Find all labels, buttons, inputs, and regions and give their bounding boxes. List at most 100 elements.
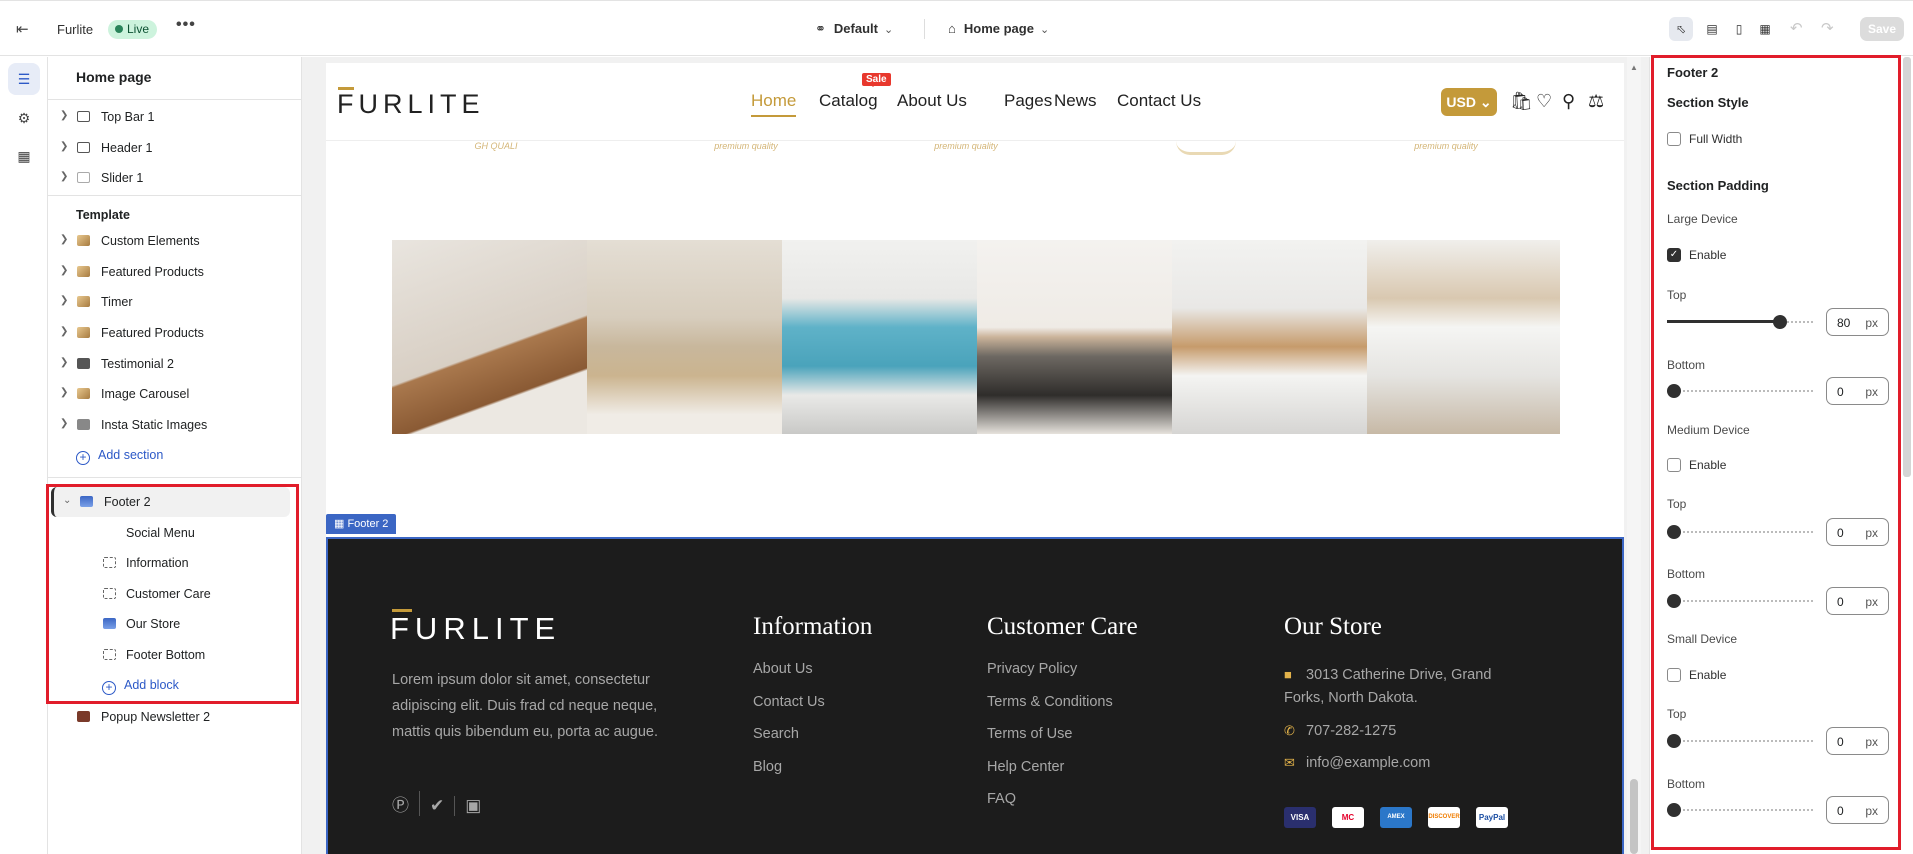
section-label: Slider 1	[101, 171, 144, 185]
search-icon[interactable]: ⚲	[1562, 91, 1575, 112]
section-insta-static-images[interactable]: ❯ Insta Static Images	[48, 410, 298, 440]
scroll-thumb[interactable]	[1630, 779, 1638, 854]
section-timer[interactable]: ❯ Timer	[48, 287, 298, 317]
large-enable-checkbox[interactable]: ✓	[1667, 248, 1681, 262]
medium-top-slider[interactable]	[1667, 525, 1815, 539]
slider-knob[interactable]	[1667, 594, 1681, 608]
section-custom-elements[interactable]: ❯ Custom Elements	[48, 226, 298, 256]
footer-link[interactable]: About Us	[753, 661, 813, 677]
fullscreen-view-icon[interactable]: ▦	[1753, 17, 1777, 41]
more-actions-button[interactable]: •••	[176, 16, 196, 34]
currency-selector[interactable]: USD ⌄	[1441, 88, 1497, 116]
large-top-input[interactable]: 80 px	[1826, 308, 1889, 336]
footer-link[interactable]: Terms of Use	[987, 726, 1072, 742]
large-bottom-input[interactable]: 0 px	[1826, 377, 1889, 405]
divider	[924, 19, 925, 39]
chevron-right-icon[interactable]: ❯	[60, 357, 68, 368]
site-logo[interactable]: FURLITE	[337, 89, 485, 120]
block-customer-care[interactable]: Customer Care	[48, 579, 298, 609]
section-featured-products[interactable]: ❯ Featured Products	[48, 318, 298, 348]
nav-contact-us[interactable]: Contact Us	[1117, 91, 1201, 111]
compare-icon[interactable]: ⚖	[1588, 91, 1604, 112]
chevron-down-icon[interactable]: ⌄	[63, 495, 71, 506]
settings-gear-icon[interactable]: ⚙	[8, 102, 40, 134]
instagram-icon[interactable]: ▣	[455, 796, 491, 816]
small-top-input[interactable]: 0 px	[1826, 727, 1889, 755]
add-section-button[interactable]: + Add section	[76, 448, 163, 465]
footer-link[interactable]: Search	[753, 726, 799, 742]
facebook-icon[interactable]: Ⓟ	[392, 791, 420, 816]
preview-scrollbar[interactable]: ▲	[1627, 57, 1641, 854]
footer-link[interactable]: FAQ	[987, 791, 1016, 807]
section-footer-2[interactable]: ⌄ Footer 2	[51, 487, 290, 517]
small-enable-checkbox[interactable]	[1667, 668, 1681, 682]
footer-link[interactable]: Contact Us	[753, 694, 825, 710]
apps-icon[interactable]: ▦	[8, 140, 40, 172]
chevron-right-icon[interactable]: ❯	[60, 295, 68, 306]
footer-link[interactable]: Privacy Policy	[987, 661, 1077, 677]
chevron-right-icon[interactable]: ❯	[60, 265, 68, 276]
full-width-checkbox[interactable]	[1667, 132, 1681, 146]
chevron-right-icon[interactable]: ❯	[60, 110, 68, 121]
medium-bottom-input[interactable]: 0 px	[1826, 587, 1889, 615]
scroll-up-icon[interactable]: ▲	[1630, 63, 1638, 72]
cart-icon[interactable]: 🛍	[1510, 91, 1533, 112]
slider-knob[interactable]	[1667, 803, 1681, 817]
desktop-view-icon[interactable]: ▤	[1700, 17, 1724, 41]
page-selector[interactable]: ⌂ Home page ⌄	[948, 21, 1049, 36]
twitter-icon[interactable]: ✔	[420, 796, 456, 816]
inspector-icon[interactable]: ⬁	[1669, 17, 1693, 41]
section-image-carousel[interactable]: ❯ Image Carousel	[48, 379, 298, 409]
exit-icon[interactable]: ⇤	[16, 21, 34, 39]
chevron-right-icon[interactable]: ❯	[60, 171, 68, 182]
nav-home[interactable]: Home	[751, 91, 797, 117]
footer-section-tag[interactable]: ▦ Footer 2	[326, 514, 397, 534]
large-top-slider[interactable]	[1667, 315, 1815, 329]
add-block-button[interactable]: + Add block	[102, 678, 179, 695]
theme-selector[interactable]: ⚭ Default ⌄	[815, 21, 893, 37]
footer-logo[interactable]: FURLITE	[390, 611, 561, 647]
footer-link[interactable]: Blog	[753, 759, 782, 775]
block-footer-bottom[interactable]: Footer Bottom	[48, 640, 298, 670]
small-top-slider[interactable]	[1667, 734, 1815, 748]
medium-bottom-slider[interactable]	[1667, 594, 1815, 608]
block-social-menu[interactable]: Social Menu	[48, 518, 298, 548]
nav-catalog[interactable]: Catalog	[819, 91, 878, 111]
chevron-right-icon[interactable]: ❯	[60, 326, 68, 337]
block-our-store[interactable]: Our Store	[48, 609, 298, 639]
large-bottom-slider[interactable]	[1667, 384, 1815, 398]
chevron-right-icon[interactable]: ❯	[60, 141, 68, 152]
section-top-bar[interactable]: ❯ Top Bar 1	[48, 102, 298, 132]
mobile-view-icon[interactable]: ▯	[1727, 17, 1751, 41]
redo-icon[interactable]: ↷	[1821, 19, 1834, 37]
slider-knob[interactable]	[1667, 384, 1681, 398]
slider-knob[interactable]	[1773, 315, 1787, 329]
nav-news[interactable]: News	[1054, 91, 1097, 111]
sections-icon[interactable]: ☰	[8, 63, 40, 95]
chevron-right-icon[interactable]: ❯	[60, 234, 68, 245]
chevron-right-icon[interactable]: ❯	[60, 387, 68, 398]
slider-knob[interactable]	[1667, 734, 1681, 748]
slider-knob[interactable]	[1667, 525, 1681, 539]
save-button[interactable]: Save	[1860, 17, 1904, 41]
nav-pages[interactable]: Pages	[1004, 91, 1052, 111]
nav-about-us[interactable]: About Us	[897, 91, 967, 111]
block-information[interactable]: Information	[48, 548, 298, 578]
section-slider[interactable]: ❯ Slider 1	[48, 163, 298, 193]
settings-scrollbar[interactable]	[1903, 57, 1911, 477]
section-featured-products[interactable]: ❯ Featured Products	[48, 257, 298, 287]
footer-section[interactable]: FURLITE Lorem ipsum dolor sit amet, cons…	[326, 537, 1624, 854]
medium-enable-checkbox[interactable]	[1667, 458, 1681, 472]
editor-topbar: ⇤ Furlite Live ••• ⚭ Default ⌄ ⌂ Home page ⌄…	[0, 0, 1913, 56]
section-popup-newsletter[interactable]: Popup Newsletter 2	[48, 702, 298, 732]
small-bottom-slider[interactable]	[1667, 803, 1815, 817]
footer-link[interactable]: Terms & Conditions	[987, 694, 1113, 710]
small-bottom-input[interactable]: 0 px	[1826, 796, 1889, 824]
heart-icon[interactable]: ♡	[1536, 91, 1552, 112]
footer-link[interactable]: Help Center	[987, 759, 1064, 775]
section-header[interactable]: ❯ Header 1	[48, 133, 298, 163]
undo-icon[interactable]: ↶	[1790, 19, 1803, 37]
medium-top-input[interactable]: 0 px	[1826, 518, 1889, 546]
chevron-right-icon[interactable]: ❯	[60, 418, 68, 429]
section-testimonial[interactable]: ❯ Testimonial 2	[48, 349, 298, 379]
